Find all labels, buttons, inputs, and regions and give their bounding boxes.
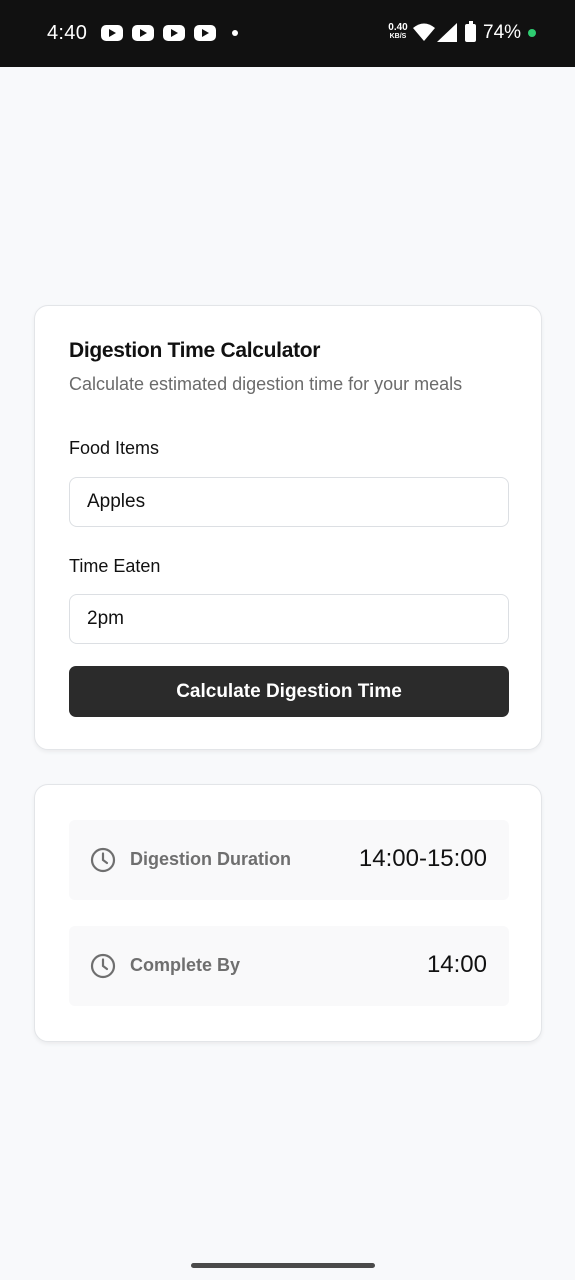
calculator-card: Digestion Time Calculator Calculate esti… <box>34 305 542 750</box>
calculator-subtitle: Calculate estimated digestion time for y… <box>69 374 463 394</box>
wifi-icon <box>413 23 435 41</box>
time-eaten-label: Time Eaten <box>69 556 161 576</box>
youtube-icon <box>194 25 216 41</box>
cell-signal-icon <box>437 23 457 42</box>
complete-by-label: Complete By <box>130 955 241 975</box>
youtube-icon <box>163 25 185 41</box>
network-speed: 0.40 KB/S <box>384 22 412 41</box>
youtube-icon <box>132 25 154 41</box>
battery-percent: 74% <box>483 22 522 43</box>
calculator-title: Digestion Time Calculator <box>69 339 321 362</box>
digestion-duration-row: Digestion Duration 14:00-15:00 <box>69 820 509 900</box>
results-card: Digestion Duration 14:00-15:00 Complete … <box>34 784 542 1042</box>
clock-icon <box>90 953 116 979</box>
digestion-duration-value: 14:00-15:00 <box>358 845 487 872</box>
calculate-digestion-time-button[interactable]: Calculate Digestion Time <box>69 666 509 717</box>
time-eaten-input[interactable] <box>69 594 509 644</box>
food-items-label: Food Items <box>69 438 160 458</box>
food-items-input[interactable] <box>69 477 509 527</box>
battery-icon <box>465 21 476 42</box>
charging-indicator-dot <box>528 29 536 37</box>
complete-by-row: Complete By 14:00 <box>69 926 509 1006</box>
more-notifications-dot-icon <box>232 30 238 36</box>
home-indicator[interactable] <box>191 1263 375 1268</box>
clock-icon <box>90 847 116 873</box>
network-speed-value: 0.40 <box>388 22 408 33</box>
status-bar: 4:40 0.40 KB/S 74% <box>0 0 575 67</box>
complete-by-value: 14:00 <box>426 951 487 978</box>
youtube-icon <box>101 25 123 41</box>
status-time: 4:40 <box>47 22 88 44</box>
digestion-duration-label: Digestion Duration <box>130 849 291 869</box>
network-speed-unit: KB/S <box>389 33 407 40</box>
